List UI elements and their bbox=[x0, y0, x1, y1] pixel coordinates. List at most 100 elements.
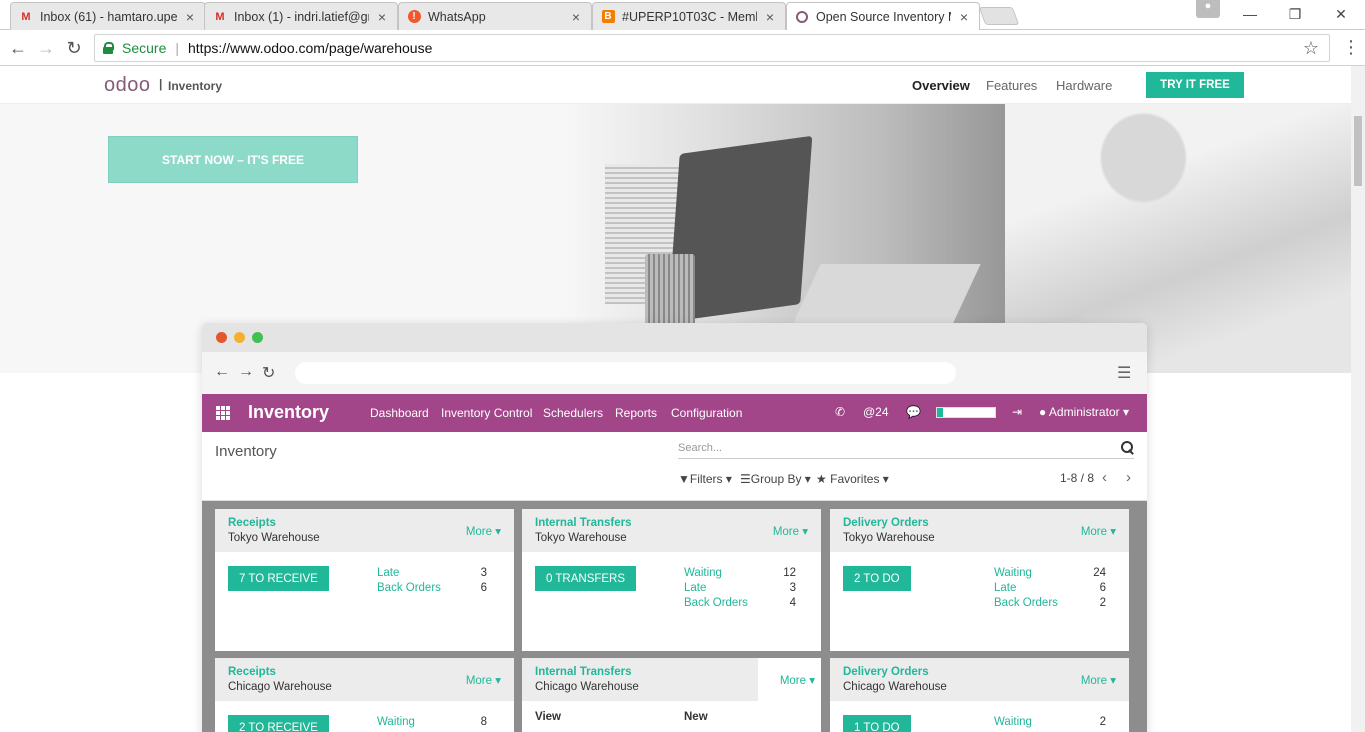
menu-schedulers[interactable]: Schedulers bbox=[543, 406, 603, 420]
minimize-icon[interactable]: — bbox=[1227, 0, 1273, 28]
chat-icon[interactable]: 💬 bbox=[906, 405, 921, 419]
address-bar[interactable]: Secure | https://www.odoo.com/page/wareh… bbox=[94, 34, 1330, 62]
more-dropdown[interactable]: More ▾ bbox=[466, 673, 501, 687]
tab-title: Open Source Inventory M bbox=[816, 9, 951, 24]
bookmark-star-icon[interactable]: ☆ bbox=[1303, 38, 1319, 59]
forward-icon: → bbox=[238, 363, 254, 380]
close-window-icon[interactable]: ✕ bbox=[1318, 0, 1364, 28]
maximize-dot-icon bbox=[252, 332, 263, 343]
stat-label[interactable]: Late bbox=[377, 567, 399, 579]
kanban-card[interactable]: Delivery Orders Tokyo Warehouse More ▾ 2… bbox=[830, 509, 1129, 651]
odoo-logo[interactable]: odoo bbox=[104, 74, 151, 97]
funnel-icon: ▼ bbox=[678, 472, 690, 486]
nav-features[interactable]: Features bbox=[986, 78, 1037, 93]
stat-label[interactable]: Back Orders bbox=[377, 582, 441, 594]
stat-label[interactable]: Waiting bbox=[377, 716, 415, 728]
try-it-free-button[interactable]: TRY IT FREE bbox=[1146, 72, 1244, 98]
tab-gmail-1[interactable]: M Inbox (61) - hamtaro.upe × bbox=[10, 2, 206, 30]
kanban-card[interactable]: Receipts Tokyo Warehouse More ▾ 7 TO REC… bbox=[215, 509, 514, 651]
more-dropdown[interactable]: More ▾ bbox=[1081, 673, 1116, 687]
more-dropdown[interactable]: More ▾ bbox=[466, 524, 501, 538]
kanban-card[interactable]: Internal Transfers Tokyo Warehouse More … bbox=[522, 509, 821, 651]
page-scrollbar[interactable] bbox=[1351, 66, 1365, 732]
operation-type[interactable]: Receipts bbox=[228, 517, 276, 529]
stat-label[interactable]: Waiting bbox=[684, 567, 722, 579]
profile-icon[interactable]: ● bbox=[1196, 0, 1220, 18]
to-do-button[interactable]: 2 TO DO bbox=[843, 566, 911, 591]
search-icon[interactable] bbox=[1120, 440, 1134, 454]
stat-label[interactable]: Back Orders bbox=[994, 597, 1058, 609]
url-text: https://www.odoo.com/page/warehouse bbox=[188, 40, 433, 56]
star-icon: ★ bbox=[816, 472, 827, 486]
warehouse-name: Chicago Warehouse bbox=[535, 681, 639, 693]
mentions-counter[interactable]: @24 bbox=[863, 405, 889, 419]
stat-label[interactable]: Waiting bbox=[994, 567, 1032, 579]
close-icon[interactable]: × bbox=[957, 9, 971, 25]
pager-value[interactable]: 1-8 / 8 bbox=[1060, 471, 1094, 485]
group-by-dropdown[interactable]: ☰Group By ▾ bbox=[740, 472, 811, 486]
kanban-card[interactable]: Receipts Chicago Warehouse More ▾ 2 TO R… bbox=[215, 658, 514, 732]
menu-configuration[interactable]: Configuration bbox=[671, 406, 742, 420]
favorites-dropdown[interactable]: ★ Favorites ▾ bbox=[816, 472, 889, 486]
user-menu[interactable]: ● Administrator ▾ bbox=[1039, 405, 1129, 419]
start-now-button[interactable]: START NOW – IT'S FREE bbox=[108, 136, 358, 183]
to-do-button[interactable]: 1 TO DO bbox=[843, 715, 911, 732]
transfers-button[interactable]: 0 TRANSFERS bbox=[535, 566, 637, 591]
menu-inventory-control[interactable]: Inventory Control bbox=[441, 406, 532, 420]
pager-next-icon[interactable]: › bbox=[1126, 469, 1131, 486]
signin-icon[interactable]: ⇥ bbox=[1012, 405, 1022, 419]
to-receive-button[interactable]: 7 TO RECEIVE bbox=[228, 566, 329, 591]
tab-whatsapp[interactable]: ! WhatsApp × bbox=[398, 2, 592, 30]
chrome-menu-icon[interactable]: ⋮ bbox=[1342, 36, 1360, 58]
tab-blogger[interactable]: B #UPERP10T03C - Memb × bbox=[592, 2, 786, 30]
to-receive-button[interactable]: 2 TO RECEIVE bbox=[228, 715, 329, 732]
stat-label[interactable]: Late bbox=[684, 582, 706, 594]
kanban-card[interactable]: Delivery Orders Chicago Warehouse More ▾… bbox=[830, 658, 1129, 732]
operation-type[interactable]: Internal Transfers bbox=[535, 666, 632, 678]
kanban-card[interactable]: Internal Transfers Chicago Warehouse Mor… bbox=[522, 658, 821, 732]
nav-overview[interactable]: Overview bbox=[912, 78, 970, 93]
avatar: ● bbox=[1039, 405, 1047, 419]
scrollbar-thumb[interactable] bbox=[1354, 116, 1362, 186]
kanban-dashboard: Receipts Tokyo Warehouse More ▾ 7 TO REC… bbox=[202, 501, 1147, 732]
filters-label: Filters bbox=[689, 472, 723, 486]
stat-label[interactable]: Waiting bbox=[994, 716, 1032, 728]
menu-dashboard[interactable]: Dashboard bbox=[370, 406, 429, 420]
card-header: Delivery Orders Tokyo Warehouse More ▾ bbox=[830, 509, 1129, 552]
stat-label[interactable]: Back Orders bbox=[684, 597, 748, 609]
tab-odoo[interactable]: Open Source Inventory M × bbox=[786, 2, 980, 30]
tab-title: Inbox (1) - indri.latief@gr bbox=[234, 9, 369, 24]
close-icon[interactable]: × bbox=[763, 9, 777, 25]
pager-prev-icon[interactable]: ‹ bbox=[1102, 469, 1107, 486]
phone-icon[interactable]: ✆ bbox=[835, 405, 845, 419]
operation-type[interactable]: Internal Transfers bbox=[535, 517, 632, 529]
stat-label[interactable]: Late bbox=[994, 582, 1016, 594]
operation-type[interactable]: Delivery Orders bbox=[843, 517, 929, 529]
warehouse-name: Chicago Warehouse bbox=[228, 681, 332, 693]
restore-icon[interactable]: ❐ bbox=[1272, 0, 1318, 28]
menu-reports[interactable]: Reports bbox=[615, 406, 657, 420]
tab-gmail-2[interactable]: M Inbox (1) - indri.latief@gr × bbox=[204, 2, 398, 30]
close-icon[interactable]: × bbox=[569, 9, 583, 25]
nav-hardware[interactable]: Hardware bbox=[1056, 78, 1112, 93]
filters-dropdown[interactable]: ▼Filters ▾ bbox=[678, 472, 732, 486]
operation-type[interactable]: Delivery Orders bbox=[843, 666, 929, 678]
minimize-dot-icon bbox=[234, 332, 245, 343]
more-dropdown[interactable]: More ▾ bbox=[773, 524, 808, 538]
stat-value: 4 bbox=[789, 597, 796, 609]
close-icon[interactable]: × bbox=[375, 9, 389, 25]
more-dropdown[interactable]: More ▾ bbox=[1081, 524, 1116, 538]
forward-icon[interactable]: → bbox=[34, 36, 58, 60]
search-input[interactable]: Search... bbox=[678, 440, 1134, 459]
operation-type[interactable]: Receipts bbox=[228, 666, 276, 678]
back-icon[interactable]: ← bbox=[6, 36, 30, 60]
reload-icon[interactable]: ↻ bbox=[62, 36, 86, 60]
gmail-icon: M bbox=[21, 10, 31, 23]
close-icon[interactable]: × bbox=[183, 9, 197, 25]
new-tab-button[interactable] bbox=[978, 7, 1020, 25]
more-dropdown[interactable]: More ▾ bbox=[780, 673, 815, 687]
progress-bar bbox=[936, 407, 996, 418]
preview-titlebar bbox=[202, 323, 1147, 352]
app-name[interactable]: Inventory bbox=[168, 79, 222, 93]
apps-grid-icon[interactable] bbox=[216, 406, 230, 420]
